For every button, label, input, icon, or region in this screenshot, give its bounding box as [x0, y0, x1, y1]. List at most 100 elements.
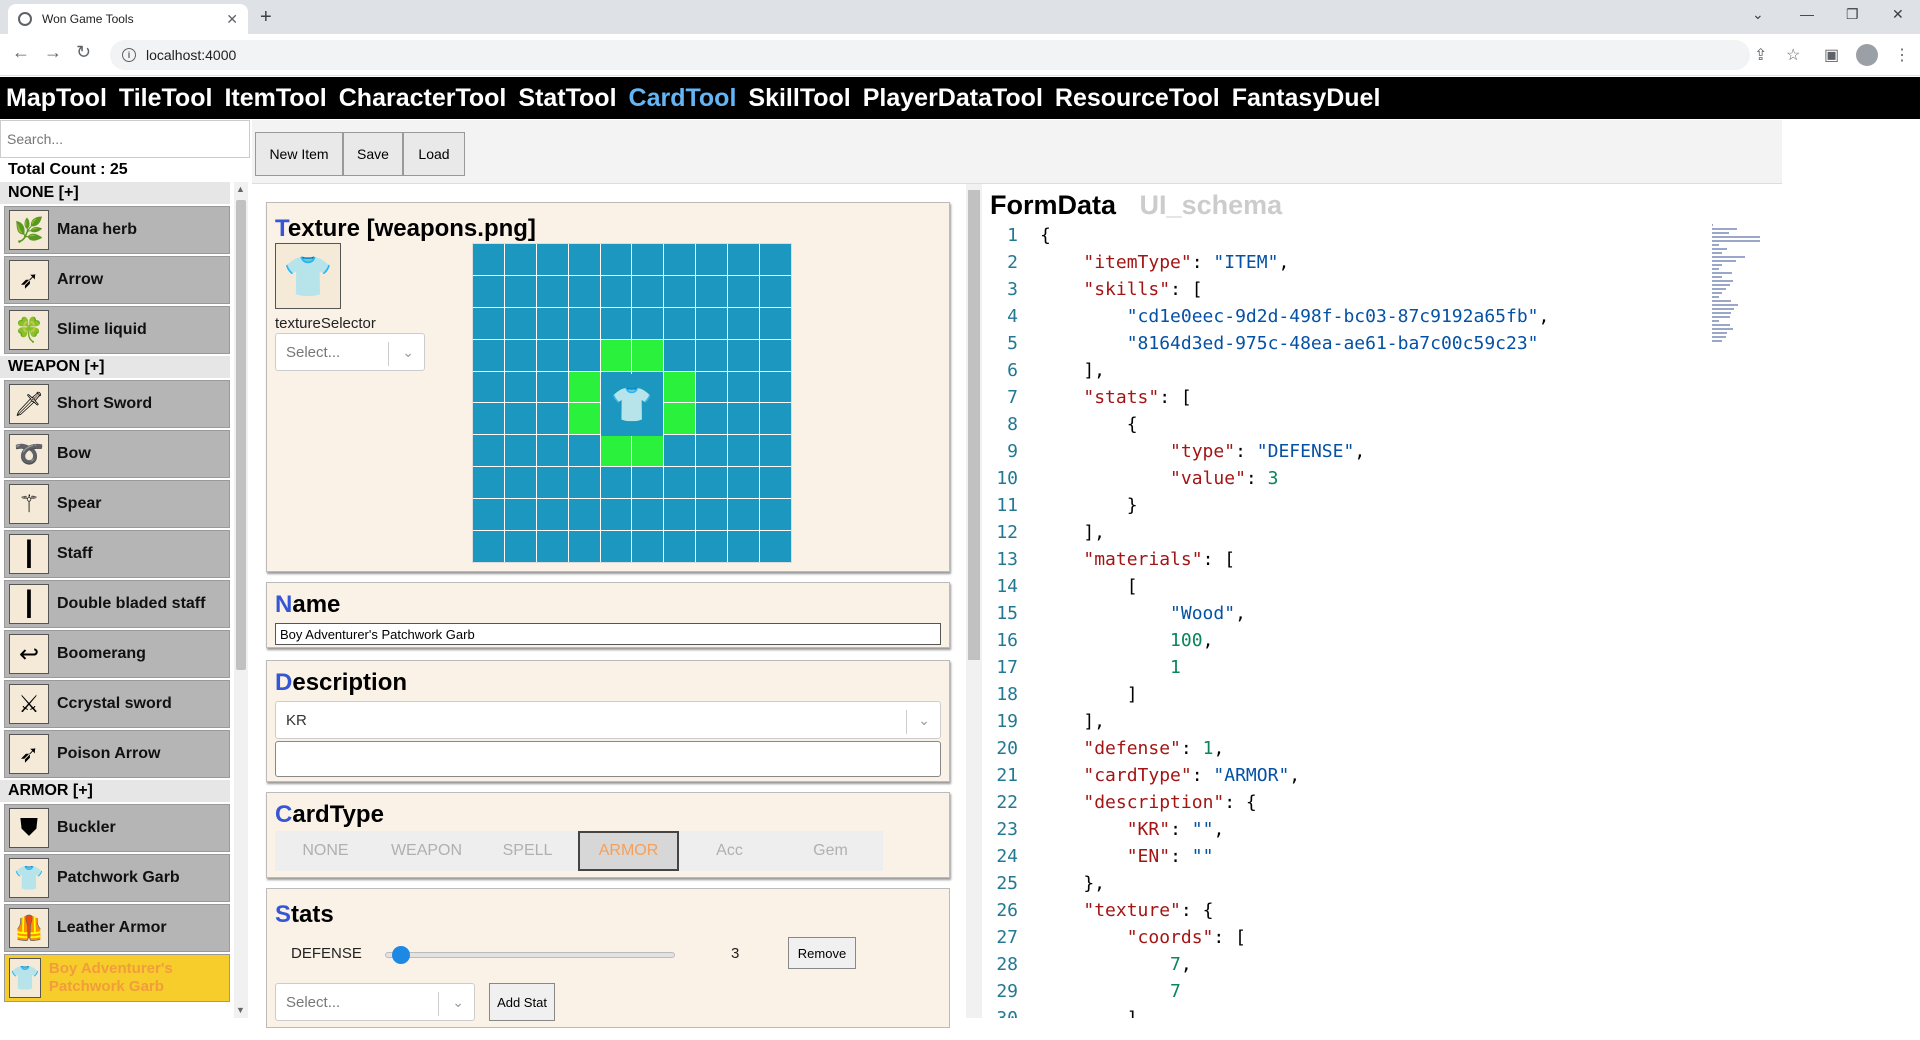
tile-cell[interactable]	[728, 467, 760, 499]
tile-cell[interactable]	[696, 435, 728, 467]
tile-cell[interactable]	[728, 403, 760, 435]
cardtype-option-gem[interactable]: Gem	[780, 831, 881, 871]
stat-select[interactable]: Select... ⌄	[275, 983, 475, 1021]
tile-cell[interactable]	[696, 339, 728, 371]
tile-cell[interactable]	[504, 275, 536, 307]
tile-cell[interactable]	[696, 244, 728, 275]
tile-cell[interactable]	[728, 371, 760, 403]
info-icon[interactable]: i	[122, 48, 136, 62]
tile-cell[interactable]	[632, 244, 664, 275]
add-stat-button[interactable]: Add Stat	[489, 983, 555, 1021]
stat-slider-knob[interactable]	[391, 946, 410, 964]
tile-cell[interactable]	[473, 307, 504, 339]
tile-cell[interactable]	[696, 307, 728, 339]
tile-cell[interactable]	[664, 371, 696, 403]
tile-cell[interactable]	[568, 339, 600, 371]
cardtype-option-spell[interactable]: SPELL	[477, 831, 578, 871]
list-item[interactable]: ⚚ Spear	[4, 480, 230, 528]
tile-cell[interactable]	[504, 339, 536, 371]
tile-cell[interactable]	[696, 371, 728, 403]
tile-cell[interactable]	[473, 371, 504, 403]
tile-cell[interactable]	[664, 244, 696, 275]
close-tab-icon[interactable]: ✕	[226, 11, 238, 28]
scroll-down-icon[interactable]: ▼	[236, 1005, 245, 1015]
tab-search-icon[interactable]: ⌄	[1752, 6, 1764, 23]
cardtype-option-none[interactable]: NONE	[275, 831, 376, 871]
tile-cell[interactable]	[664, 467, 696, 499]
tile-cell[interactable]	[600, 467, 632, 499]
tile-cell[interactable]	[568, 467, 600, 499]
nav-itemtool[interactable]: ItemTool	[224, 84, 326, 113]
tile-cell[interactable]	[664, 499, 696, 531]
close-window-icon[interactable]: ✕	[1892, 6, 1904, 23]
tile-cell[interactable]	[632, 275, 664, 307]
texture-selector[interactable]: Select... ⌄	[275, 333, 425, 371]
tile-cell[interactable]	[728, 244, 760, 275]
tile-cell[interactable]	[728, 435, 760, 467]
editor-minimap[interactable]	[1712, 222, 1762, 392]
tile-cell[interactable]	[504, 531, 536, 562]
nav-resourcetool[interactable]: ResourceTool	[1055, 84, 1220, 113]
list-item[interactable]: ┃ Double bladed staff	[4, 580, 230, 628]
nav-fantasyduel[interactable]: FantasyDuel	[1232, 84, 1381, 113]
list-item[interactable]: ➰ Bow	[4, 430, 230, 478]
tile-cell[interactable]	[664, 275, 696, 307]
bookmark-star-icon[interactable]: ☆	[1786, 45, 1800, 65]
tile-cell[interactable]	[760, 467, 791, 499]
tile-cell[interactable]	[760, 339, 791, 371]
tile-cell[interactable]	[536, 435, 568, 467]
tab-formdata[interactable]: FormData	[990, 190, 1116, 220]
tile-cell[interactable]	[728, 499, 760, 531]
tile-cell[interactable]	[664, 339, 696, 371]
tile-cell[interactable]	[728, 339, 760, 371]
side-panel-icon[interactable]: ▣	[1824, 45, 1839, 65]
tile-cell[interactable]	[536, 371, 568, 403]
tile-cell[interactable]	[504, 307, 536, 339]
list-item[interactable]: ┃ Staff	[4, 530, 230, 578]
tile-cell[interactable]	[568, 307, 600, 339]
tile-cell[interactable]	[728, 531, 760, 562]
tile-cell[interactable]	[600, 339, 632, 371]
tile-cell[interactable]	[536, 339, 568, 371]
nav-maptool[interactable]: MapTool	[6, 84, 107, 113]
tile-grid[interactable]: 👕	[472, 243, 792, 563]
scroll-up-icon[interactable]: ▲	[236, 184, 245, 194]
nav-tiletool[interactable]: TileTool	[119, 84, 213, 113]
list-item[interactable]: ⚔ Ccrystal sword	[4, 680, 230, 728]
tile-cell[interactable]	[568, 499, 600, 531]
tile-cell[interactable]	[664, 403, 696, 435]
forward-icon[interactable]: →	[44, 42, 62, 63]
tile-cell[interactable]	[696, 275, 728, 307]
tile-cell[interactable]	[632, 307, 664, 339]
address-bar[interactable]: i localhost:4000	[110, 40, 1750, 70]
tile-cell[interactable]	[504, 435, 536, 467]
nav-charactertool[interactable]: CharacterTool	[339, 84, 507, 113]
load-button[interactable]: Load	[403, 132, 465, 176]
list-item[interactable]: ➶ Arrow	[4, 256, 230, 304]
new-tab-button[interactable]: +	[260, 6, 272, 29]
tile-cell[interactable]	[473, 403, 504, 435]
minimize-icon[interactable]: —	[1800, 6, 1814, 22]
tile-cell[interactable]	[473, 499, 504, 531]
search-input[interactable]	[0, 120, 250, 158]
tile-cell[interactable]	[632, 435, 664, 467]
language-select[interactable]: KR ⌄	[275, 701, 941, 739]
sidebar-scroll-thumb[interactable]	[236, 200, 246, 670]
nav-cardtool[interactable]: CardTool	[629, 84, 737, 113]
remove-stat-button[interactable]: Remove	[788, 937, 856, 969]
tile-cell[interactable]	[504, 467, 536, 499]
tile-cell[interactable]	[600, 244, 632, 275]
tile-cell[interactable]	[473, 275, 504, 307]
list-item[interactable]: 🌿 Mana herb	[4, 206, 230, 254]
tile-cell[interactable]	[632, 339, 664, 371]
tile-cell[interactable]	[473, 435, 504, 467]
tile-cell[interactable]	[504, 371, 536, 403]
tile-cell[interactable]	[600, 307, 632, 339]
tile-cell[interactable]	[568, 244, 600, 275]
tile-cell[interactable]	[473, 339, 504, 371]
texture-preview[interactable]: 👕	[275, 243, 341, 309]
tile-cell[interactable]	[760, 371, 791, 403]
tile-cell[interactable]	[536, 531, 568, 562]
tile-cell[interactable]	[760, 275, 791, 307]
category-header[interactable]: NONE [+]	[0, 182, 230, 204]
